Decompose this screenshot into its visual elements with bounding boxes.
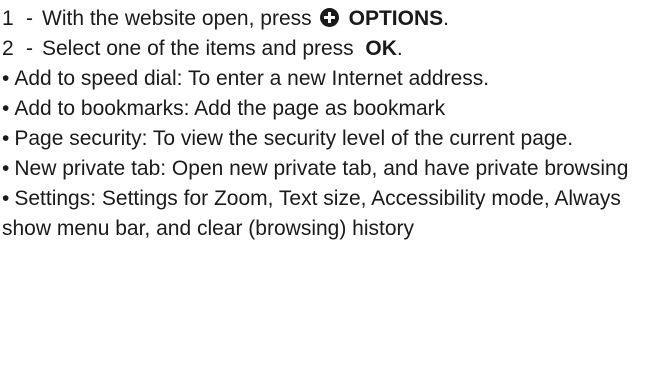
ok-key-label: OK (365, 37, 397, 60)
bullet: • (2, 97, 10, 120)
list-item-settings: • Settings: Settings for Zoom, Text size,… (2, 184, 662, 244)
step-dash: - (26, 37, 33, 60)
step-period: . (396, 37, 403, 60)
list-item-text: Page security: To view the security leve… (14, 127, 574, 150)
bullet: • (2, 157, 10, 180)
step-text: Select one of the items and press (42, 37, 354, 60)
step-1: 1- With the website open, press OPTIONS. (2, 4, 671, 34)
list-item-private-tab: • New private tab: Open new private tab, … (2, 154, 662, 184)
list-item-text: Settings: Settings for Zoom, Text size, … (2, 187, 621, 240)
step-number: 1 (2, 7, 14, 30)
step-2: 2- Select one of the items and press OK. (2, 34, 671, 64)
plus-circle-icon (319, 8, 339, 27)
list-item-bookmarks: • Add to bookmarks: Add the page as bookm… (2, 94, 671, 124)
step-text: With the website open, press (42, 7, 312, 30)
list-item-page-security: • Page security: To view the security lev… (2, 124, 662, 154)
list-item-text: Add to speed dial: To enter a new Intern… (14, 67, 490, 90)
step-period: . (443, 7, 449, 30)
bullet: • (2, 187, 10, 210)
options-key-label: OPTIONS (348, 7, 444, 30)
bullet: • (2, 127, 10, 150)
step-number: 2 (2, 37, 14, 60)
instructions-document: 1- With the website open, press OPTIONS. 2… (0, 0, 671, 244)
step-dash: - (26, 7, 33, 30)
list-item-speed-dial: • Add to speed dial: To enter a new Inter… (2, 64, 671, 94)
list-item-text: New private tab: Open new private tab, a… (14, 157, 629, 180)
list-item-text: Add to bookmarks: Add the page as bookma… (14, 97, 446, 120)
bullet: • (2, 67, 10, 90)
